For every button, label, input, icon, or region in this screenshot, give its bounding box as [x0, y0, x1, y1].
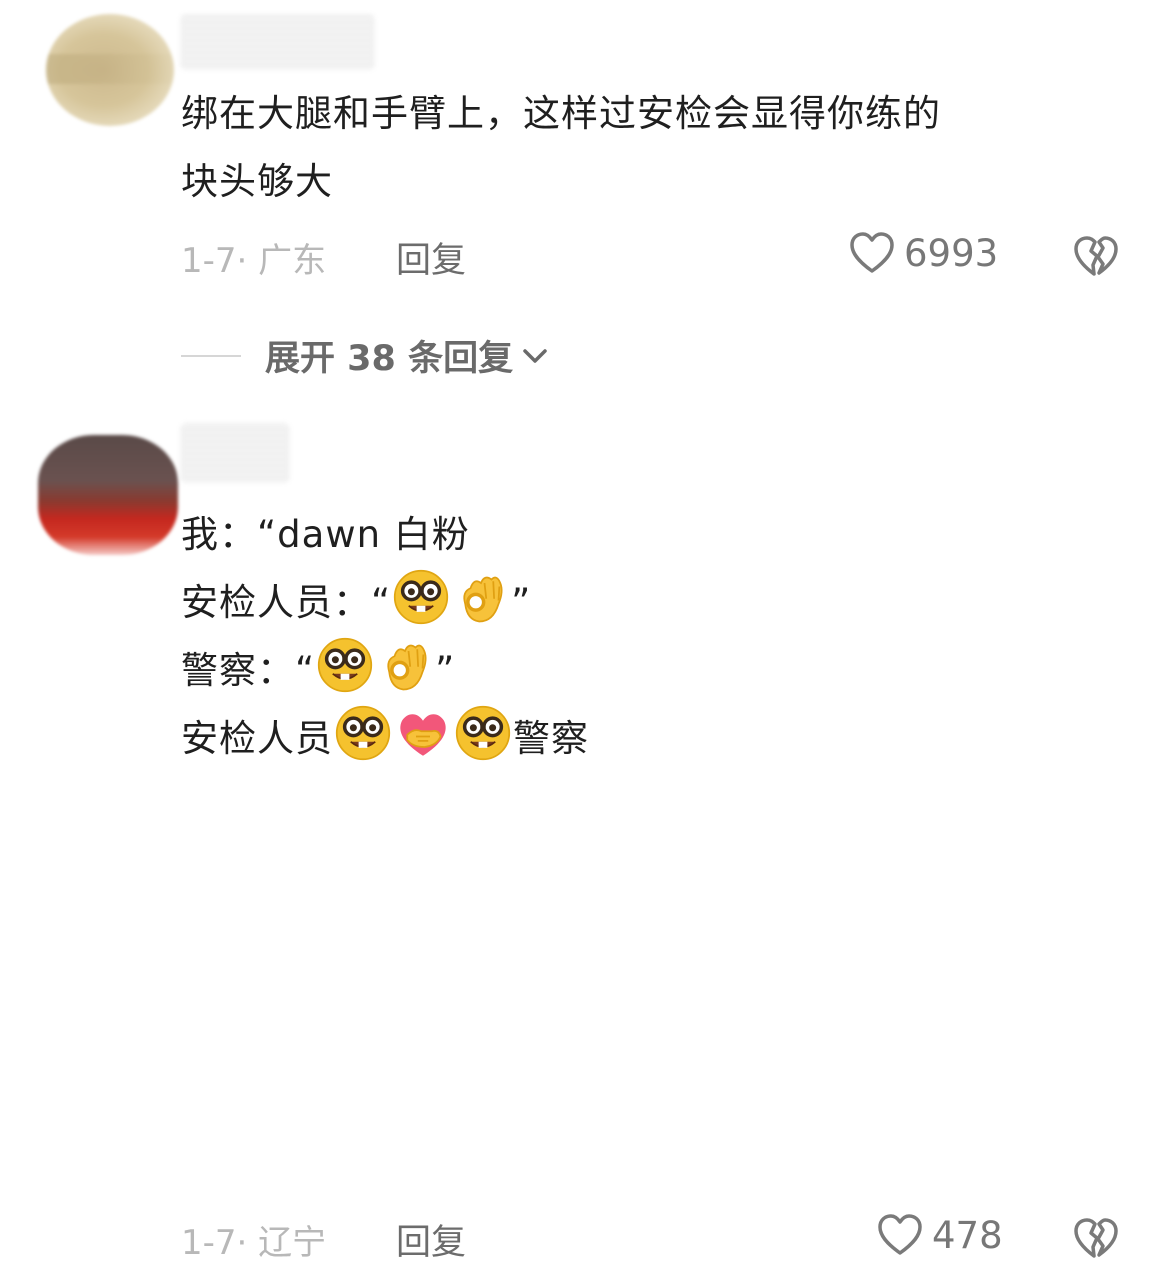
- nerd-face-icon: [317, 637, 373, 693]
- avatar[interactable]: [46, 14, 174, 126]
- comment-text-line: 安检人员 警察: [181, 705, 1081, 773]
- chevron-down-icon: [523, 348, 547, 363]
- text-segment: 安检人员: [181, 717, 333, 760]
- comment-text-line: 我：“dawn 白粉: [181, 501, 1081, 569]
- avatar[interactable]: [38, 435, 178, 555]
- text-segment: ”: [511, 581, 532, 624]
- reply-button[interactable]: 回复: [396, 232, 466, 283]
- comment-text-line: 块头够大: [181, 160, 333, 203]
- ok-hand-icon: [453, 569, 509, 625]
- date-location: 1-7· 广东: [181, 241, 327, 281]
- like-button[interactable]: 478: [876, 1211, 1003, 1259]
- comment-text-line: 安检人员：“ ”: [181, 569, 1081, 637]
- comment-text-line: 绑在大腿和手臂上，这样过安检会显得你练的: [181, 92, 941, 135]
- broken-heart-icon[interactable]: [1072, 233, 1120, 281]
- divider: [181, 354, 241, 357]
- nerd-face-icon: [455, 705, 511, 761]
- username-redacted[interactable]: [180, 423, 290, 483]
- expand-replies-button[interactable]: 展开 38 条回复: [181, 330, 551, 381]
- text-segment: 警察：“: [181, 649, 316, 692]
- heart-icon: [876, 1211, 924, 1259]
- comment-text: 我：“dawn 白粉 安检人员：“ ” 警察：“ ” 安检人员 警察: [181, 501, 1081, 773]
- expand-replies-label: 展开 38 条回复: [265, 339, 514, 379]
- text-segment: 我：“dawn 白粉: [181, 513, 470, 556]
- nerd-face-icon: [393, 569, 449, 625]
- nerd-face-icon: [335, 705, 391, 761]
- broken-heart-icon[interactable]: [1072, 1215, 1120, 1263]
- comment-text: 绑在大腿和手臂上，这样过安检会显得你练的 块头够大: [181, 80, 1111, 216]
- like-count: 6993: [904, 231, 999, 275]
- comment-item: 绑在大腿和手臂上，这样过安检会显得你练的 块头够大 1-7· 广东 回复 699…: [0, 0, 1170, 300]
- text-segment: 安检人员：“: [181, 581, 392, 624]
- reply-button[interactable]: 回复: [396, 1214, 466, 1265]
- handshake-heart-icon: [395, 705, 451, 761]
- text-segment: ”: [435, 649, 456, 692]
- text-segment: 警察: [513, 717, 589, 760]
- like-button[interactable]: 6993: [848, 229, 998, 277]
- comment-text-line: 警察：“ ”: [181, 637, 1081, 705]
- username-redacted[interactable]: [180, 14, 375, 70]
- like-count: 478: [932, 1213, 1003, 1257]
- ok-hand-icon: [377, 637, 433, 693]
- comment-item: 我：“dawn 白粉 安检人员：“” 警察：“” 安检人员 警察 1-7· 辽宁 …: [0, 415, 1170, 1263]
- date-location: 1-7· 辽宁: [181, 1223, 327, 1263]
- heart-icon: [848, 229, 896, 277]
